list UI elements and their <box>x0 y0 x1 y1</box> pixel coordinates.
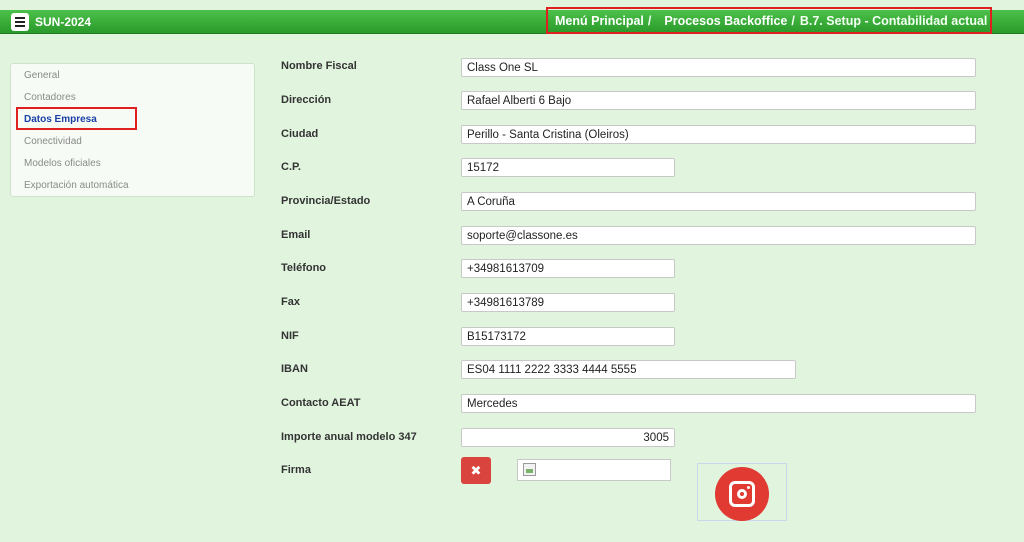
importe-347-input[interactable]: 3005 <box>461 428 675 447</box>
sidebar-item-modelos-oficiales[interactable]: Modelos oficiales <box>24 158 101 169</box>
label-email: Email <box>281 229 311 241</box>
nombre-fiscal-input[interactable]: Class One SL <box>461 58 976 77</box>
label-nif: NIF <box>281 330 299 342</box>
instagram-camera-body <box>729 481 755 507</box>
breadcrumb-item-current: B.7. Setup - Contabilidad actual <box>799 13 988 28</box>
hamburger-menu-icon[interactable] <box>11 13 29 31</box>
label-ciudad: Ciudad <box>281 128 319 140</box>
iban-input[interactable]: ES04 1111 2222 3333 4444 5555 <box>461 360 796 379</box>
breadcrumb-item-procesos-backoffice[interactable]: Procesos Backoffice <box>664 14 787 28</box>
instagram-icon <box>715 467 769 521</box>
contacto-aeat-input[interactable]: Mercedes <box>461 394 976 413</box>
nif-input[interactable]: B15173172 <box>461 327 675 346</box>
label-nombre-fiscal: Nombre Fiscal <box>281 60 357 72</box>
top-bar: SUN-2024 Menú Principal / Procesos Backo… <box>0 7 1024 34</box>
fax-input[interactable]: +34981613789 <box>461 293 675 312</box>
sidebar-item-conectividad[interactable]: Conectividad <box>24 136 82 147</box>
firma-preview <box>697 463 787 521</box>
label-importe-347: Importe anual modelo 347 <box>281 431 417 443</box>
instagram-lens <box>737 489 747 499</box>
sidebar-item-exportacion-automatica[interactable]: Exportación automática <box>24 180 129 191</box>
provincia-input[interactable]: A Coruña <box>461 192 976 211</box>
broken-image-icon <box>523 463 536 476</box>
sidebar: General Contadores Datos Empresa Conecti… <box>10 63 255 197</box>
breadcrumb-item-menu-principal[interactable]: Menú Principal <box>555 14 644 28</box>
delete-firma-button[interactable]: ✖ <box>461 457 491 484</box>
x-icon: ✖ <box>470 462 482 478</box>
breadcrumb: Menú Principal / Procesos Backoffice / B… <box>546 7 992 34</box>
label-telefono: Teléfono <box>281 262 327 274</box>
firma-image-slot[interactable] <box>517 459 671 481</box>
label-firma: Firma <box>281 464 311 476</box>
label-direccion: Dirección <box>281 94 332 106</box>
label-fax: Fax <box>281 296 300 308</box>
telefono-input[interactable]: +34981613709 <box>461 259 675 278</box>
email-input[interactable]: soporte@classone.es <box>461 226 976 245</box>
app-title: SUN-2024 <box>35 15 92 29</box>
label-cp: C.P. <box>281 161 301 173</box>
label-iban: IBAN <box>281 363 308 375</box>
label-contacto-aeat: Contacto AEAT <box>281 397 361 409</box>
cp-input[interactable]: 15172 <box>461 158 675 177</box>
sidebar-item-datos-empresa[interactable]: Datos Empresa <box>24 114 97 125</box>
label-provincia: Provincia/Estado <box>281 195 371 207</box>
sidebar-item-contadores[interactable]: Contadores <box>24 92 76 103</box>
direccion-input[interactable]: Rafael Alberti 6 Bajo <box>461 91 976 110</box>
ciudad-input[interactable]: Perillo - Santa Cristina (Oleiros) <box>461 125 976 144</box>
breadcrumb-separator: / <box>791 13 795 28</box>
instagram-flash <box>747 486 750 489</box>
sidebar-item-general[interactable]: General <box>24 70 60 81</box>
breadcrumb-separator: / <box>647 13 652 28</box>
